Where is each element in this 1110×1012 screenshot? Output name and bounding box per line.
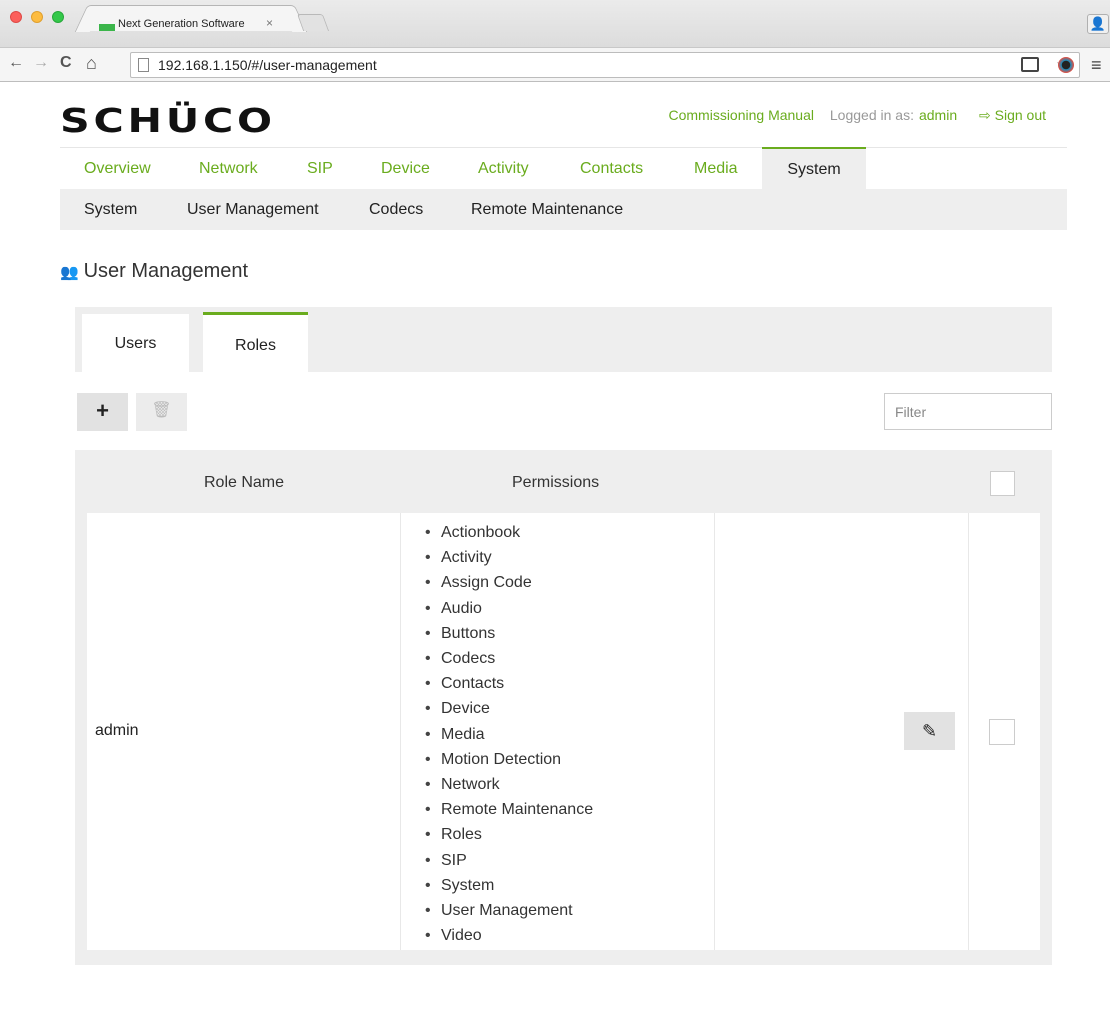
cell-divider bbox=[714, 513, 715, 950]
new-tab-button[interactable] bbox=[296, 14, 330, 31]
forward-arrow-icon[interactable]: → bbox=[33, 53, 49, 73]
reload-icon[interactable]: C bbox=[60, 53, 72, 73]
subnav-system[interactable]: System bbox=[84, 201, 137, 219]
role-name-cell: admin bbox=[95, 722, 139, 739]
select-all-checkbox[interactable] bbox=[990, 471, 1015, 496]
list-item: Activity bbox=[425, 545, 593, 570]
page: SCHÜCO Commissioning Manual Logged in as… bbox=[0, 83, 1110, 1012]
list-item: Motion Detection bbox=[425, 747, 593, 772]
sub-nav: System User Management Codecs Remote Mai… bbox=[60, 189, 1067, 230]
sign-out-link[interactable]: ⇨ Sign out bbox=[979, 107, 1046, 123]
list-item: Device bbox=[425, 696, 593, 721]
tab-close-icon[interactable]: × bbox=[266, 16, 273, 30]
page-title-text: User Management bbox=[83, 260, 249, 282]
header-links: Commissioning Manual Logged in as: admin … bbox=[656, 107, 1046, 124]
zoom-window-button[interactable] bbox=[52, 11, 64, 23]
home-icon[interactable]: ⌂ bbox=[86, 53, 97, 73]
edit-role-button[interactable]: ✎ bbox=[904, 712, 955, 750]
pencil-icon: ✎ bbox=[921, 721, 938, 741]
table-row: admin Actionbook Activity Assign Code Au… bbox=[87, 513, 1040, 950]
address-bar[interactable]: 192.168.1.150/#/user-management ☆ bbox=[130, 52, 1080, 78]
tab-users[interactable]: Users bbox=[82, 314, 189, 372]
back-arrow-icon[interactable]: ← bbox=[8, 53, 24, 73]
delete-role-button[interactable]: 🗑 bbox=[136, 393, 187, 431]
profile-icon[interactable]: 👤 bbox=[1087, 14, 1109, 34]
extension-icon[interactable] bbox=[1058, 57, 1074, 73]
column-header-permissions[interactable]: Permissions bbox=[512, 474, 599, 492]
list-item: Actionbook bbox=[425, 520, 593, 545]
minimize-window-button[interactable] bbox=[31, 11, 43, 23]
subnav-remote-maintenance[interactable]: Remote Maintenance bbox=[471, 201, 623, 219]
page-icon bbox=[138, 58, 149, 72]
nav-sip[interactable]: SIP bbox=[307, 160, 333, 178]
logo: SCHÜCO bbox=[60, 101, 276, 140]
nav-media[interactable]: Media bbox=[694, 160, 738, 178]
subnav-codecs[interactable]: Codecs bbox=[369, 201, 423, 219]
page-title: 👥 User Management bbox=[60, 260, 248, 283]
sign-out-icon: ⇨ bbox=[979, 107, 991, 123]
browser-toolbar: ← → C ⌂ 192.168.1.150/#/user-management … bbox=[0, 48, 1110, 82]
nav-overview[interactable]: Overview bbox=[84, 160, 151, 178]
nav-device[interactable]: Device bbox=[381, 160, 430, 178]
logged-in-label: Logged in as: bbox=[829, 107, 914, 123]
favicon-icon bbox=[99, 24, 115, 31]
nav-network[interactable]: Network bbox=[199, 160, 258, 178]
cell-divider bbox=[968, 513, 969, 950]
list-item: System bbox=[425, 873, 593, 898]
roles-table: Role Name Permissions admin Actionbook A… bbox=[75, 450, 1052, 965]
nav-contacts[interactable]: Contacts bbox=[580, 160, 643, 178]
permissions-list: Actionbook Activity Assign Code Audio Bu… bbox=[425, 520, 593, 948]
list-item: Audio bbox=[425, 596, 593, 621]
tab-roles[interactable]: Roles bbox=[203, 312, 308, 372]
subnav-user-management[interactable]: User Management bbox=[187, 201, 319, 219]
users-icon: 👥 bbox=[60, 264, 79, 281]
browser-titlebar: Next Generation Software × 👤 bbox=[0, 0, 1110, 48]
commissioning-manual-link[interactable]: Commissioning Manual bbox=[668, 107, 814, 123]
tab-bar: Users Roles bbox=[75, 307, 1052, 372]
list-item: Assign Code bbox=[425, 570, 593, 595]
list-item: Network bbox=[425, 772, 593, 797]
nav-system[interactable]: System bbox=[762, 147, 866, 189]
list-item: SIP bbox=[425, 848, 593, 873]
browser-menu-icon[interactable]: ≡ bbox=[1091, 55, 1102, 76]
list-item: Video bbox=[425, 923, 593, 948]
list-item: Buttons bbox=[425, 621, 593, 646]
list-item: Remote Maintenance bbox=[425, 797, 593, 822]
close-window-button[interactable] bbox=[10, 11, 22, 23]
list-item: Contacts bbox=[425, 671, 593, 696]
trash-icon: 🗑 bbox=[151, 402, 172, 419]
url-text: 192.168.1.150/#/user-management bbox=[158, 57, 377, 73]
nav-activity[interactable]: Activity bbox=[478, 160, 529, 178]
cell-divider bbox=[400, 513, 401, 950]
add-role-button[interactable]: + bbox=[77, 393, 128, 431]
row-select-checkbox[interactable] bbox=[989, 719, 1015, 745]
column-header-role-name[interactable]: Role Name bbox=[204, 474, 284, 492]
sign-out-label: Sign out bbox=[994, 107, 1046, 123]
browser-tab-title: Next Generation Software bbox=[118, 18, 245, 30]
list-item: Media bbox=[425, 722, 593, 747]
cast-icon[interactable] bbox=[1021, 57, 1039, 72]
logged-in-user: admin bbox=[918, 107, 958, 123]
main-nav: Overview Network SIP Device Activity Con… bbox=[60, 147, 1067, 189]
filter-input[interactable] bbox=[884, 393, 1052, 430]
list-item: Roles bbox=[425, 822, 593, 847]
list-item: User Management bbox=[425, 898, 593, 923]
list-item: Codecs bbox=[425, 646, 593, 671]
